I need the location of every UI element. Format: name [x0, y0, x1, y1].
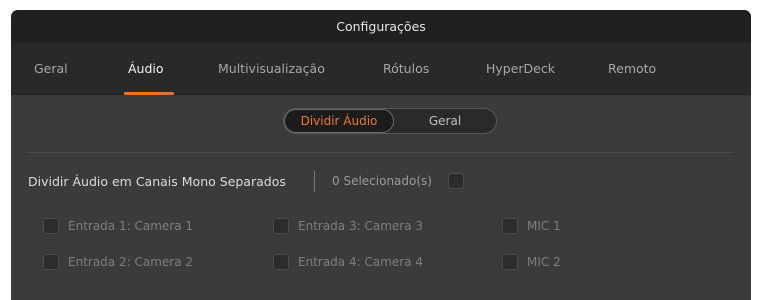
- select-all-checkbox-wrap: [448, 173, 464, 193]
- input-4-label: Entrada 4: Camera 4: [298, 255, 423, 269]
- tab-remote[interactable]: Remoto: [608, 61, 656, 76]
- mic-2-label: MIC 2: [527, 255, 561, 269]
- input-3-option[interactable]: Entrada 3: Camera 3: [273, 218, 423, 234]
- split-audio-segment[interactable]: Dividir Áudio: [284, 109, 394, 133]
- audio-mode-toggle: Dividir Áudio Geral: [283, 108, 497, 134]
- settings-window: Configurações Geral Áudio Multivisualiza…: [11, 10, 751, 300]
- input-1-option[interactable]: Entrada 1: Camera 1: [43, 218, 193, 234]
- section-divider: [27, 152, 733, 153]
- input-1-checkbox[interactable]: [43, 218, 59, 234]
- tab-audio[interactable]: Áudio: [128, 61, 164, 76]
- selected-count: 0 Selecionado(s): [332, 174, 432, 188]
- tab-multiview[interactable]: Multivisualização: [218, 61, 325, 76]
- select-all-checkbox[interactable]: [448, 173, 464, 189]
- input-3-label: Entrada 3: Camera 3: [298, 219, 423, 233]
- input-3-checkbox[interactable]: [273, 218, 289, 234]
- vertical-separator: [314, 171, 315, 192]
- tab-labels[interactable]: Rótulos: [383, 61, 429, 76]
- active-tab-indicator: [124, 92, 174, 95]
- mic-2-option[interactable]: MIC 2: [502, 254, 561, 270]
- input-4-checkbox[interactable]: [273, 254, 289, 270]
- tab-geral[interactable]: Geral: [34, 61, 68, 76]
- mic-2-checkbox[interactable]: [502, 254, 518, 270]
- tab-hyperdeck[interactable]: HyperDeck: [486, 61, 555, 76]
- mic-1-checkbox[interactable]: [502, 218, 518, 234]
- window-title: Configurações: [11, 10, 751, 43]
- tab-bar: Geral Áudio Multivisualização Rótulos Hy…: [11, 43, 751, 95]
- input-2-option[interactable]: Entrada 2: Camera 2: [43, 254, 193, 270]
- general-segment[interactable]: Geral: [394, 109, 496, 133]
- mic-1-label: MIC 1: [527, 219, 561, 233]
- mic-1-option[interactable]: MIC 1: [502, 218, 561, 234]
- input-4-option[interactable]: Entrada 4: Camera 4: [273, 254, 423, 270]
- split-mono-label: Dividir Áudio em Canais Mono Separados: [28, 174, 286, 189]
- input-1-label: Entrada 1: Camera 1: [68, 219, 193, 233]
- input-2-checkbox[interactable]: [43, 254, 59, 270]
- input-2-label: Entrada 2: Camera 2: [68, 255, 193, 269]
